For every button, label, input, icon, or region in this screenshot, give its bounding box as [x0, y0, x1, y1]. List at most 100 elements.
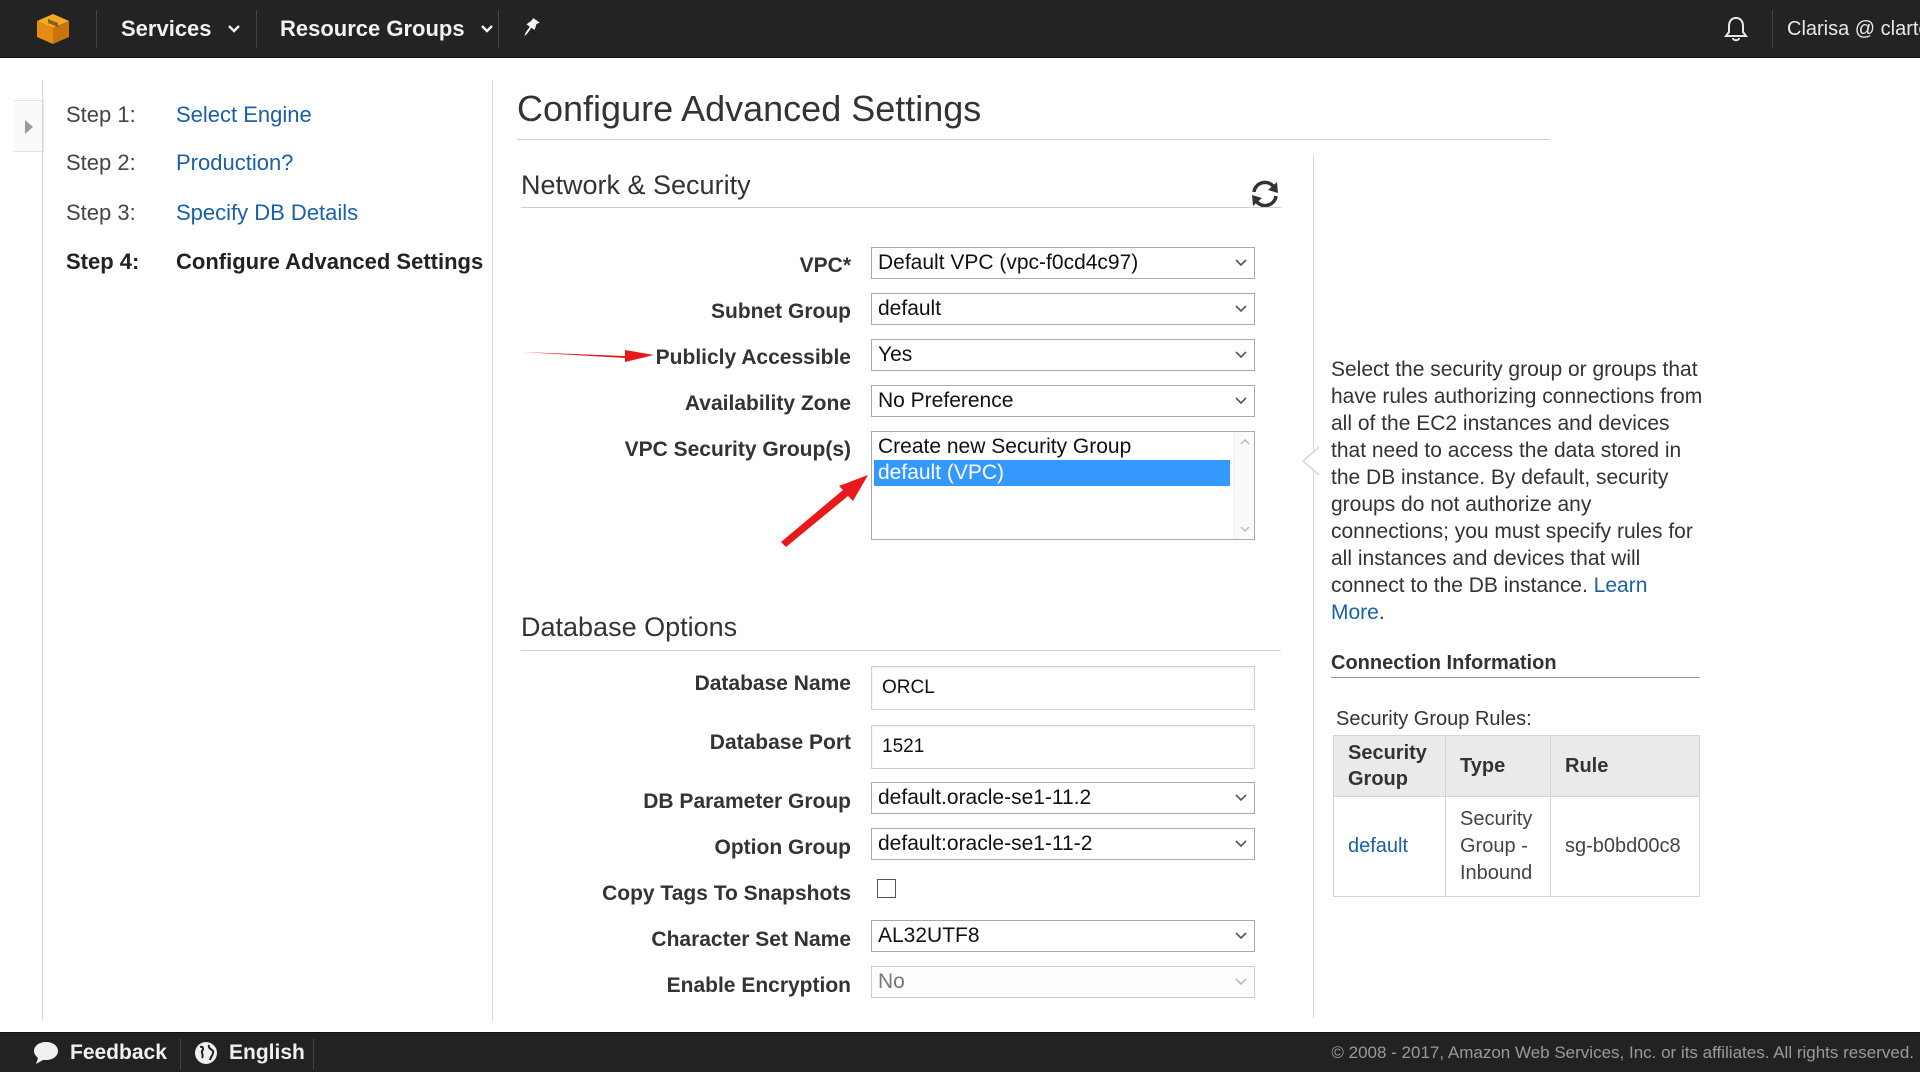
- subnet-group-value: default: [878, 297, 942, 320]
- listbox-scrollbar[interactable]: [1234, 432, 1254, 539]
- speech-bubble-icon: [34, 1042, 58, 1064]
- chevron-down-icon: [227, 25, 240, 33]
- annotation-arrow-publicly-accessible: [522, 350, 654, 362]
- services-menu[interactable]: Services: [121, 0, 242, 58]
- vpc-select[interactable]: Default VPC (vpc-f0cd4c97): [871, 247, 1255, 279]
- page-title: Configure Advanced Settings: [517, 88, 982, 129]
- network-security-heading: Network & Security: [521, 170, 751, 200]
- chevron-right-icon: [25, 120, 33, 134]
- footer-divider: [180, 1039, 181, 1069]
- chevron-down-icon: [1235, 259, 1247, 267]
- subnet-group-label: Subnet Group: [711, 300, 851, 323]
- chevron-down-icon: [1235, 840, 1247, 848]
- security-group-rules-table: Security Group Type Rule default Securit…: [1333, 735, 1700, 897]
- user-label: Clarisa @ clarte: [1787, 17, 1920, 40]
- chevron-down-icon: [1235, 794, 1247, 802]
- database-port-input[interactable]: 1521: [871, 725, 1255, 769]
- vpc-security-groups-listbox[interactable]: Create new Security Group default (VPC): [871, 431, 1255, 540]
- sidebar-toggle[interactable]: [14, 100, 44, 152]
- resource-groups-label: Resource Groups: [280, 16, 465, 41]
- copy-tags-checkbox[interactable]: [877, 879, 896, 898]
- help-pointer-icon: [1301, 446, 1320, 476]
- database-options-heading: Database Options: [521, 612, 738, 642]
- publicly-accessible-value: Yes: [878, 343, 913, 366]
- feedback-button[interactable]: Feedback: [32, 1033, 167, 1072]
- globe-icon: [195, 1042, 217, 1064]
- chevron-down-icon: [480, 25, 493, 33]
- db-parameter-group-select[interactable]: default.oracle-se1-11.2: [871, 782, 1255, 814]
- enable-encryption-select: No: [871, 966, 1255, 998]
- database-port-label: Database Port: [709, 731, 851, 754]
- connection-information-heading: Connection Information: [1331, 652, 1557, 674]
- chevron-down-icon: [1235, 932, 1247, 940]
- table-header: Rule: [1550, 735, 1700, 797]
- chevron-down-icon: [1235, 351, 1247, 359]
- language-label: English: [229, 1041, 305, 1064]
- table-header-row: Security Group Type Rule: [1333, 735, 1700, 797]
- step-number: Step 4:: [66, 249, 140, 274]
- step-number: Step 3:: [66, 200, 136, 225]
- user-account-menu[interactable]: Clarisa @ clarte: [1787, 0, 1920, 58]
- availability-zone-value: No Preference: [878, 389, 1014, 412]
- availability-zone-label: Availability Zone: [684, 392, 851, 415]
- step-label[interactable]: Production?: [176, 150, 293, 176]
- table-cell: sg-b0bd00c8: [1550, 796, 1700, 897]
- security-group-link[interactable]: default: [1333, 796, 1446, 897]
- services-label: Services: [121, 16, 212, 41]
- step-label[interactable]: Select Engine: [176, 102, 312, 128]
- help-period: .: [1378, 601, 1385, 624]
- notification-bell-icon[interactable]: [1721, 14, 1751, 44]
- step-number: Step 2:: [66, 150, 136, 175]
- section-divider: [521, 650, 1281, 651]
- chevron-down-icon: [1235, 397, 1247, 405]
- language-selector[interactable]: English: [193, 1033, 305, 1072]
- character-set-select[interactable]: AL32UTF8: [871, 920, 1255, 952]
- availability-zone-select[interactable]: No Preference: [871, 385, 1255, 417]
- pin-icon[interactable]: [518, 16, 542, 40]
- character-set-value: AL32UTF8: [878, 924, 980, 947]
- security-group-rules-label: Security Group Rules:: [1336, 708, 1532, 730]
- copy-tags-label: Copy Tags To Snapshots: [602, 882, 851, 905]
- resource-groups-menu[interactable]: Resource Groups: [280, 0, 495, 58]
- vpc-value: Default VPC (vpc-f0cd4c97): [878, 251, 1139, 274]
- database-name-input[interactable]: ORCL: [871, 666, 1255, 710]
- scroll-down-icon[interactable]: [1235, 523, 1255, 535]
- help-text: Select the security group or groups that…: [1331, 358, 1703, 597]
- option-group-label: Option Group: [714, 836, 851, 859]
- nav-divider: [96, 10, 97, 48]
- sidebar-divider: [42, 80, 43, 1020]
- footer-divider: [313, 1039, 314, 1069]
- annotation-arrow-security-group: [781, 475, 868, 547]
- security-group-option-selected[interactable]: default (VPC): [874, 460, 1230, 486]
- chevron-down-icon: [1235, 305, 1247, 313]
- nav-divider: [498, 10, 499, 48]
- footer-bar: Feedback English © 2008 - 2017, Amazon W…: [0, 1032, 1920, 1072]
- top-navigation-bar: Services Resource Groups Clarisa @ clart…: [0, 0, 1920, 58]
- nav-divider: [256, 10, 257, 48]
- security-group-option[interactable]: Create new Security Group: [874, 434, 1230, 460]
- aws-logo-icon[interactable]: [36, 13, 70, 45]
- enable-encryption-label: Enable Encryption: [666, 974, 851, 997]
- option-group-value: default:oracle-se1-11-2: [878, 832, 1093, 855]
- database-name-label: Database Name: [694, 672, 851, 695]
- publicly-accessible-label: Publicly Accessible: [655, 346, 851, 369]
- publicly-accessible-select[interactable]: Yes: [871, 339, 1255, 371]
- table-header: Security Group: [1333, 735, 1446, 797]
- table-header: Type: [1445, 735, 1551, 797]
- scroll-up-icon[interactable]: [1235, 436, 1255, 448]
- table-row: default Security Group - Inbound sg-b0bd…: [1333, 796, 1700, 897]
- subnet-group-select[interactable]: default: [871, 293, 1255, 325]
- option-group-select[interactable]: default:oracle-se1-11-2: [871, 828, 1255, 860]
- character-set-label: Character Set Name: [651, 928, 851, 951]
- refresh-icon[interactable]: [1248, 178, 1282, 210]
- db-parameter-group-value: default.oracle-se1-11.2: [878, 786, 1092, 809]
- copyright-text: © 2008 - 2017, Amazon Web Services, Inc.…: [1331, 1043, 1914, 1062]
- chevron-down-icon: [1235, 978, 1247, 986]
- content-divider: [492, 80, 493, 1020]
- vpc-security-groups-label: VPC Security Group(s): [624, 438, 851, 461]
- table-cell: Security Group - Inbound: [1445, 796, 1551, 897]
- nav-divider: [1772, 10, 1773, 48]
- help-panel-divider: [1313, 156, 1314, 1018]
- step-label[interactable]: Specify DB Details: [176, 200, 358, 226]
- help-description: Select the security group or groups that…: [1331, 356, 1706, 626]
